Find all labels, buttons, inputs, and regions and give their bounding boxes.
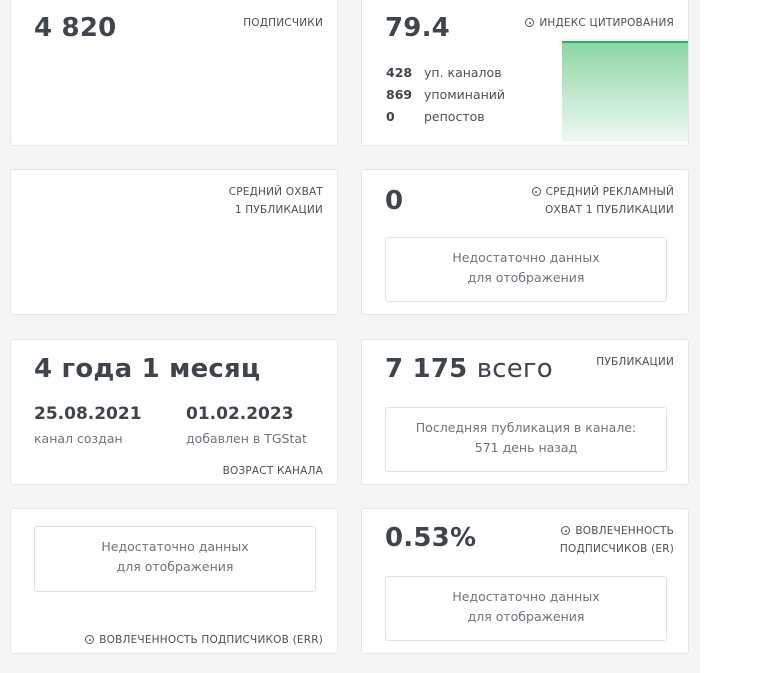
citation-index-label-text: ИНДЕКС ЦИТИРОВАНИЯ [539,17,674,29]
avg-reach-label-line1: СРЕДНИЙ ОХВАТ [228,186,323,198]
nodata-line1: Недостаточно данных [452,589,600,604]
er-label-line2: ПОДПИСЧИКОВ (ER) [559,543,674,555]
nodata-line2: для отображения [116,559,234,574]
info-icon[interactable] [531,187,541,196]
created-label: канал создан [34,431,123,446]
publications-count-suffix: всего [476,354,553,384]
err-label: ВОВЛЕЧЕННОСТЬ ПОДПИСЧИКОВ (ERR) [85,631,323,649]
err-label-text: ВОВЛЕЧЕННОСТЬ ПОДПИСЧИКОВ (ERR) [99,634,323,646]
citation-row-number: 0 [386,109,395,124]
citation-index-value: 79.4 [385,13,450,43]
citation-row-channels: 428 уп. каналов [386,65,502,80]
ad-reach-nodata: Недостаточно данных для отображения [385,237,667,302]
er-label: ВОВЛЕЧЕННОСТЬ ПОДПИСЧИКОВ (ER) [560,522,674,558]
avg-reach-label: СРЕДНИЙ ОХВАТ 1 ПУБЛИКАЦИИ [229,183,323,219]
publications-label: ПУБЛИКАЦИИ [596,356,674,368]
subscribers-card: 4 820 ПОДПИСЧИКИ [10,0,338,146]
citation-row-text: упоминаний [424,87,506,102]
er-value: 0.53% [385,523,477,553]
publications-count: 7 175 всего [385,354,553,384]
citation-sparkline [562,41,688,141]
added-date: 01.02.2023 [186,404,294,424]
ad-reach-label: СРЕДНИЙ РЕКЛАМНЫЙ ОХВАТ 1 ПУБЛИКАЦИИ [531,183,674,219]
channel-age-card: 4 года 1 месяц 25.08.2021 канал создан 0… [10,339,338,485]
err-card: Недостаточно данных для отображения ВОВЛ… [10,508,338,654]
subscribers-label: ПОДПИСЧИКИ [243,17,323,29]
added-label: добавлен в TGStat [186,431,307,446]
info-icon[interactable] [561,526,571,535]
publications-count-number: 7 175 [385,354,468,384]
citation-row-number: 869 [386,87,413,102]
ad-reach-card: 0 СРЕДНИЙ РЕКЛАМНЫЙ ОХВАТ 1 ПУБЛИКАЦИИ Н… [361,169,689,315]
publications-card: 7 175 всего ПУБЛИКАЦИИ Последняя публика… [361,339,689,485]
sparkline-area [562,42,688,141]
info-icon[interactable] [525,18,535,27]
citation-row-text: репостов [424,109,485,124]
citation-index-label: ИНДЕКС ЦИТИРОВАНИЯ [525,14,674,32]
nodata-line1: Недостаточно данных [452,250,600,265]
last-publication-line1: Последняя публикация в канале: [415,420,637,435]
nodata-line2: для отображения [467,270,585,285]
err-nodata: Недостаточно данных для отображения [34,526,316,592]
er-nodata: Недостаточно данных для отображения [385,576,667,641]
created-date: 25.08.2021 [34,404,142,424]
er-label-line1: ВОВЛЕЧЕННОСТЬ [575,525,674,537]
nodata-line1: Недостаточно данных [101,539,249,554]
citation-row-number: 428 [386,65,413,80]
subscribers-value: 4 820 [34,13,117,43]
ad-reach-value: 0 [385,186,404,216]
page-margin [700,0,768,673]
info-icon[interactable] [85,635,95,644]
citation-index-card: 79.4 ИНДЕКС ЦИТИРОВАНИЯ 428 уп. каналов 8… [361,0,689,146]
citation-row-text: уп. каналов [424,65,502,80]
channel-age-label: ВОЗРАСТ КАНАЛА [222,465,323,477]
avg-reach-card: СРЕДНИЙ ОХВАТ 1 ПУБЛИКАЦИИ [10,169,338,315]
citation-row-reposts: 0 репостов [386,109,485,124]
ad-reach-label-line2: ОХВАТ 1 ПУБЛИКАЦИИ [545,204,674,216]
avg-reach-label-line2: 1 ПУБЛИКАЦИИ [234,204,323,216]
er-card: 0.53% ВОВЛЕЧЕННОСТЬ ПОДПИСЧИКОВ (ER) Нед… [361,508,689,654]
ad-reach-label-line1: СРЕДНИЙ РЕКЛАМНЫЙ [545,186,674,198]
last-publication-box: Последняя публикация в канале: 571 день … [385,407,667,472]
citation-row-mentions: 869 упоминаний [386,87,505,102]
channel-age-value: 4 года 1 месяц [34,354,261,384]
nodata-line2: для отображения [467,609,585,624]
last-publication-line2: 571 день назад [474,440,578,455]
